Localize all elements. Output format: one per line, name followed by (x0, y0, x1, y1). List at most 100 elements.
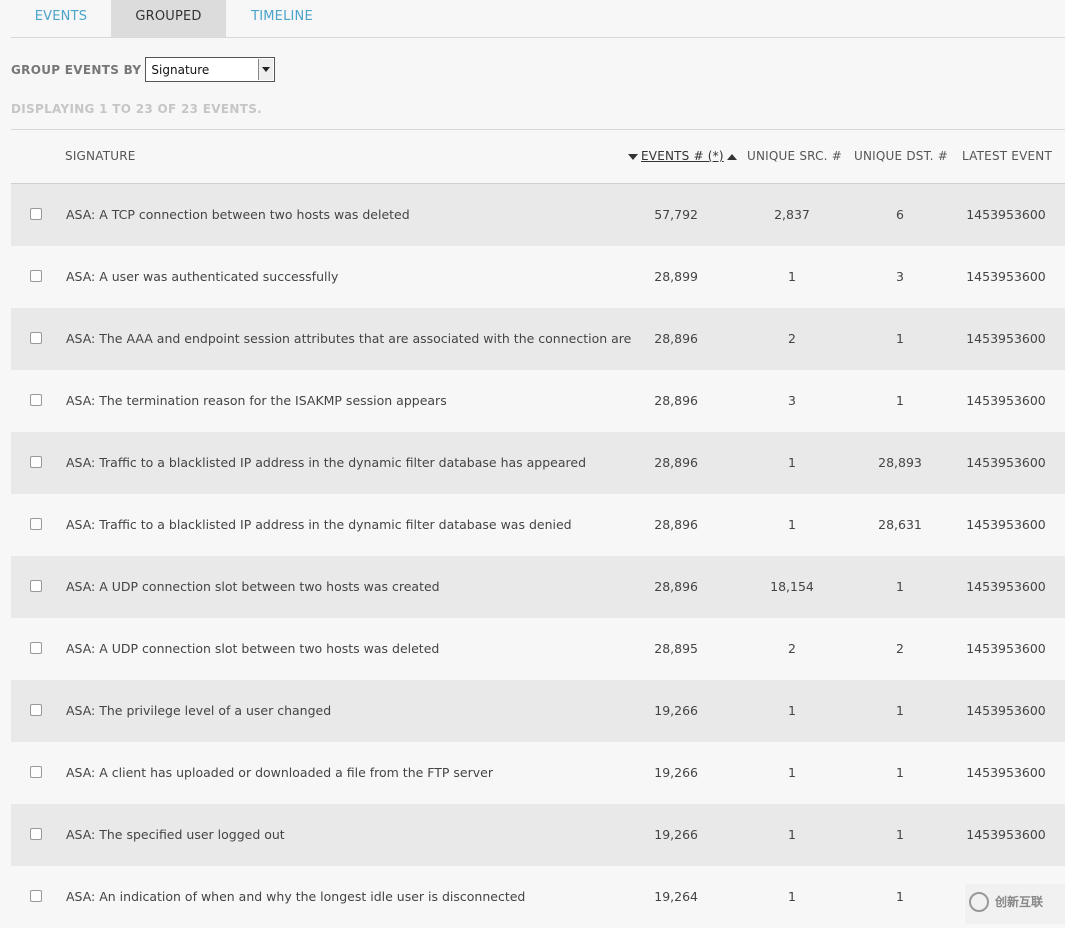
row-events-count: 19,264 (654, 889, 698, 904)
row-events-count: 28,895 (654, 641, 698, 656)
column-header-signature[interactable]: SIGNATURE (65, 149, 136, 163)
row-events-count: 19,266 (654, 827, 698, 842)
row-signature[interactable]: ASA: A UDP connection slot between two h… (66, 641, 439, 656)
row-signature[interactable]: ASA: A user was authenticated successful… (66, 269, 338, 284)
row-unique-src: 2 (788, 641, 796, 656)
row-unique-dst: 28,893 (878, 455, 922, 470)
row-unique-src: 1 (788, 517, 796, 532)
row-checkbox[interactable] (30, 332, 42, 344)
group-by-control: GROUP EVENTS BY Signature (11, 56, 276, 83)
row-events-count: 28,896 (654, 455, 698, 470)
column-header-unique-src[interactable]: UNIQUE SRC. # (747, 149, 842, 163)
grouped-events-table: SIGNATURE EVENTS # (*) UNIQUE SRC. # UNI… (11, 129, 1065, 928)
row-latest-event: 1453953600 (966, 269, 1046, 284)
row-signature[interactable]: ASA: Traffic to a blacklisted IP address… (66, 455, 586, 470)
row-unique-dst: 1 (896, 579, 904, 594)
row-checkbox[interactable] (30, 270, 42, 282)
row-checkbox[interactable] (30, 456, 42, 468)
row-signature[interactable]: ASA: The AAA and endpoint session attrib… (66, 331, 631, 346)
column-header-latest-event[interactable]: LATEST EVENT (962, 149, 1052, 163)
row-latest-event: 1453953600 (966, 579, 1046, 594)
view-tabs: EVENTS GROUPED TIMELINE (11, 0, 1065, 38)
row-unique-src: 1 (788, 765, 796, 780)
row-signature[interactable]: ASA: A TCP connection between two hosts … (66, 207, 410, 222)
watermark-text: 创新互联 (995, 895, 1044, 909)
row-checkbox[interactable] (30, 828, 42, 840)
watermark-logo: 创新互联 (965, 884, 1065, 924)
table-row[interactable]: ASA: The specified user logged out 19,266… (11, 804, 1065, 866)
row-latest-event: 1453953600 (966, 455, 1046, 470)
row-signature[interactable]: ASA: The privilege level of a user chang… (66, 703, 331, 718)
row-unique-dst: 1 (896, 765, 904, 780)
tab-timeline[interactable]: TIMELINE (226, 0, 338, 37)
group-by-label: GROUP EVENTS BY (11, 62, 142, 77)
row-checkbox[interactable] (30, 580, 42, 592)
table-row[interactable]: ASA: The termination reason for the ISAK… (11, 370, 1065, 432)
result-count: DISPLAYING 1 TO 23 OF 23 EVENTS. (11, 102, 263, 116)
chevron-down-icon[interactable] (258, 59, 274, 80)
row-checkbox[interactable] (30, 208, 42, 220)
table-body: ASA: A TCP connection between two hosts … (11, 184, 1065, 928)
row-events-count: 57,792 (654, 207, 698, 222)
row-signature[interactable]: ASA: The termination reason for the ISAK… (66, 393, 447, 408)
row-events-count: 28,896 (654, 517, 698, 532)
row-signature[interactable]: ASA: A UDP connection slot between two h… (66, 579, 440, 594)
row-latest-event: 1453953600 (966, 207, 1046, 222)
row-checkbox[interactable] (30, 518, 42, 530)
table-row[interactable]: ASA: An indication of when and why the l… (11, 866, 1065, 928)
row-signature[interactable]: ASA: A client has uploaded or downloaded… (66, 765, 493, 780)
table-row[interactable]: ASA: Traffic to a blacklisted IP address… (11, 432, 1065, 494)
row-unique-src: 2 (788, 331, 796, 346)
row-unique-dst: 1 (896, 889, 904, 904)
row-latest-event: 1453953600 (966, 827, 1046, 842)
table-row[interactable]: ASA: A user was authenticated successful… (11, 246, 1065, 308)
column-header-unique-dst[interactable]: UNIQUE DST. # (854, 149, 948, 163)
row-unique-dst: 1 (896, 703, 904, 718)
table-row[interactable]: ASA: The privilege level of a user chang… (11, 680, 1065, 742)
row-unique-dst: 1 (896, 331, 904, 346)
row-checkbox[interactable] (30, 642, 42, 654)
row-latest-event: 1453953600 (966, 765, 1046, 780)
table-row[interactable]: ASA: The AAA and endpoint session attrib… (11, 308, 1065, 370)
column-header-events[interactable]: EVENTS # (*) (628, 149, 737, 163)
row-latest-event: 1453953600 (966, 331, 1046, 346)
row-events-count: 19,266 (654, 703, 698, 718)
row-latest-event: 1453953600 (966, 393, 1046, 408)
tab-events[interactable]: EVENTS (11, 0, 111, 37)
row-unique-dst: 6 (896, 207, 904, 222)
row-events-count: 28,899 (654, 269, 698, 284)
row-checkbox[interactable] (30, 394, 42, 406)
row-checkbox[interactable] (30, 704, 42, 716)
row-events-count: 28,896 (654, 579, 698, 594)
row-unique-src: 2,837 (774, 207, 810, 222)
row-events-count: 19,266 (654, 765, 698, 780)
row-unique-src: 3 (788, 393, 796, 408)
table-row[interactable]: ASA: Traffic to a blacklisted IP address… (11, 494, 1065, 556)
sort-desc-icon[interactable] (628, 153, 638, 160)
table-row[interactable]: ASA: A UDP connection slot between two h… (11, 556, 1065, 618)
row-unique-dst: 1 (896, 827, 904, 842)
group-by-selected-value: Signature (151, 63, 210, 77)
row-signature[interactable]: ASA: The specified user logged out (66, 827, 285, 842)
table-row[interactable]: ASA: A UDP connection slot between two h… (11, 618, 1065, 680)
row-unique-src: 1 (788, 827, 796, 842)
row-checkbox[interactable] (30, 890, 42, 902)
row-signature[interactable]: ASA: An indication of when and why the l… (66, 889, 525, 904)
row-events-count: 28,896 (654, 331, 698, 346)
row-signature[interactable]: ASA: Traffic to a blacklisted IP address… (66, 517, 572, 532)
row-unique-dst: 2 (896, 641, 904, 656)
row-unique-dst: 28,631 (878, 517, 922, 532)
row-checkbox[interactable] (30, 766, 42, 778)
group-by-select[interactable]: Signature (145, 57, 276, 82)
row-unique-src: 1 (788, 889, 796, 904)
logo-icon (969, 892, 989, 912)
row-unique-dst: 3 (896, 269, 904, 284)
tab-grouped[interactable]: GROUPED (111, 0, 226, 37)
row-unique-dst: 1 (896, 393, 904, 408)
table-row[interactable]: ASA: A client has uploaded or downloaded… (11, 742, 1065, 804)
column-header-events-label[interactable]: EVENTS # (*) (641, 149, 724, 163)
sort-asc-icon[interactable] (726, 153, 737, 160)
table-row[interactable]: ASA: A TCP connection between two hosts … (11, 184, 1065, 246)
row-unique-src: 18,154 (770, 579, 814, 594)
row-latest-event: 1453953600 (966, 703, 1046, 718)
